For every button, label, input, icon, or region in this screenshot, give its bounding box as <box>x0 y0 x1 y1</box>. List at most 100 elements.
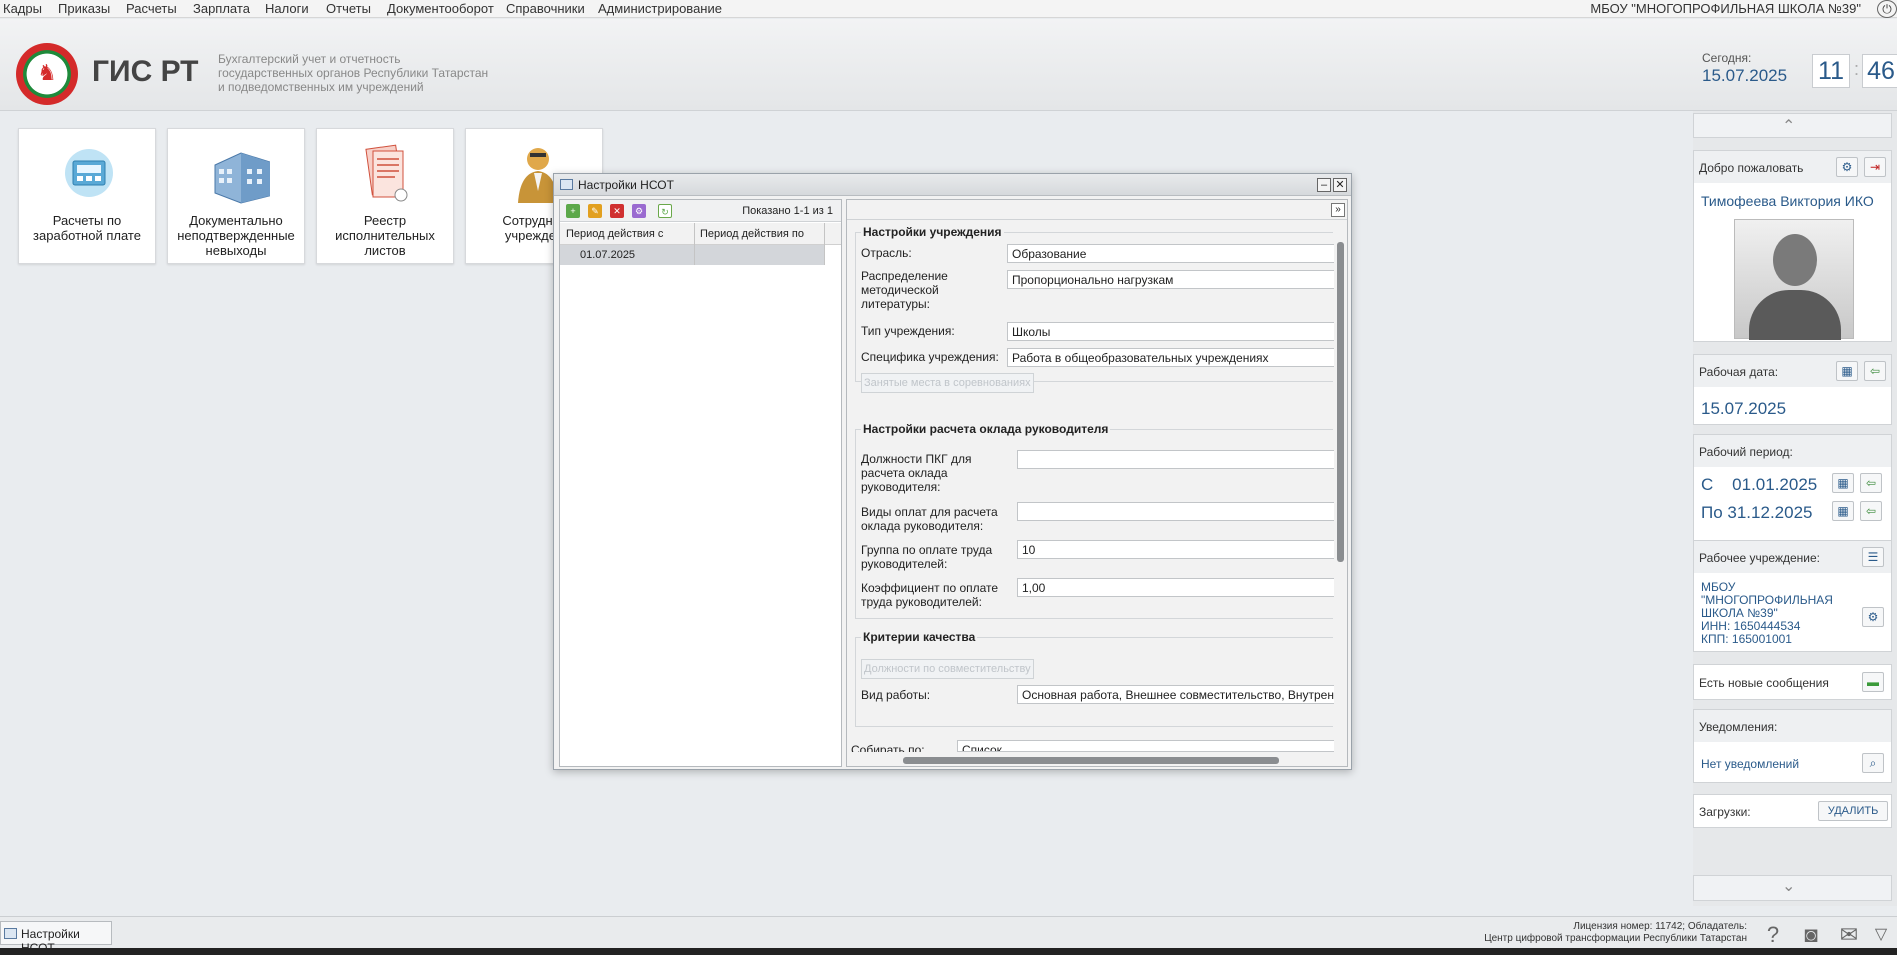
logout-icon[interactable]: ⇥ <box>1864 157 1886 177</box>
competitions-button[interactable]: Занятые места в соревнованиях <box>861 373 1034 393</box>
settings-gear-icon[interactable]: ⚙ <box>1862 607 1884 627</box>
pay-group-field[interactable]: 10 <box>1017 540 1337 559</box>
app-subtitle-line1: Бухгалтерский учет и отчетность <box>218 52 401 66</box>
card-header: Рабочее учреждение: ☰ <box>1694 541 1891 573</box>
power-icon[interactable]: ⏻ <box>1877 0 1897 18</box>
periods-grid-panel: + ✎ ✕ ⚙ ↻ Показано 1-1 из 1 Период дейст… <box>559 199 842 767</box>
welcome-title: Добро пожаловать <box>1699 161 1804 175</box>
tatarstan-logo: ♞ <box>16 43 78 105</box>
calendar-apply-icon[interactable]: ⇦ <box>1860 473 1882 493</box>
tile-salary-calculations[interactable]: Расчеты по заработной плате <box>18 128 156 264</box>
work-date-title: Рабочая дата: <box>1699 365 1779 379</box>
menu-item-spravochniki[interactable]: Справочники <box>506 1 585 16</box>
pay-types-field[interactable] <box>1017 502 1337 521</box>
grid-toolbar: + ✎ ✕ ⚙ ↻ Показано 1-1 из 1 <box>560 200 841 222</box>
user-name: Тимофеева Виктория ИКО <box>1701 193 1874 209</box>
add-icon[interactable]: + <box>566 204 580 218</box>
column-header-period-to[interactable]: Период действия по <box>700 228 804 240</box>
expand-icon[interactable]: » <box>1331 203 1345 217</box>
institution-specifics-field[interactable]: Работа в общеобразовательных учреждениях <box>1007 348 1337 367</box>
delete-downloads-button[interactable]: УДАЛИТЬ <box>1818 801 1888 821</box>
window-icon <box>4 928 17 939</box>
messages-card: Есть новые сообщения ▬ <box>1693 664 1892 700</box>
label-line: Распределение <box>861 269 948 283</box>
avatar <box>1734 219 1854 340</box>
main-menu-bar: Кадры Приказы Расчеты Зарплата Налоги От… <box>0 0 1897 18</box>
clock-separator: : <box>1854 59 1860 79</box>
calendar-icon[interactable]: ▦ <box>1836 361 1858 381</box>
label-line: методической <box>861 283 939 297</box>
menu-item-nalogi[interactable]: Налоги <box>265 1 309 16</box>
taskbar-item-nsot-settings[interactable]: Настройки НСОТ <box>0 921 112 955</box>
period-from: С 01.01.2025 <box>1701 475 1818 494</box>
institution-type-field[interactable]: Школы <box>1007 322 1337 341</box>
vertical-scrollbar[interactable] <box>1334 222 1346 752</box>
chevron-down-icon: ⌄ <box>1782 878 1796 895</box>
menu-item-zarplata[interactable]: Зарплата <box>193 1 250 16</box>
bottom-edge <box>0 948 1897 955</box>
institution-title: Рабочее учреждение: <box>1699 551 1821 565</box>
label-line: Коэффициент по оплате <box>861 581 999 595</box>
message-bubble-icon[interactable]: ▬ <box>1862 672 1884 692</box>
pay-group-label: Группа по оплате труда руководителей: <box>861 543 992 571</box>
settings-gear-icon[interactable]: ⚙ <box>1836 157 1858 177</box>
industry-field[interactable]: Образование <box>1007 244 1337 263</box>
menu-item-otchety[interactable]: Отчеты <box>326 1 371 16</box>
dialog-titlebar[interactable]: Настройки НСОТ – ✕ <box>554 174 1351 196</box>
menu-item-raschety[interactable]: Расчеты <box>126 1 177 16</box>
institution-card: Рабочее учреждение: ☰ МБОУ "МНОГОПРОФИЛЬ… <box>1693 540 1892 652</box>
part-time-positions-button[interactable]: Должности по совместительству <box>861 659 1034 679</box>
menu-item-prikazy[interactable]: Приказы <box>58 1 110 16</box>
tile-writs-registry[interactable]: Реестр исполнительных листов <box>316 128 454 264</box>
work-period-title: Рабочий период: <box>1699 445 1793 459</box>
column-header-period-from[interactable]: Период действия с <box>566 228 663 240</box>
institution-details: МБОУ "МНОГОПРОФИЛЬНАЯ ШКОЛА №39" ИНН: 16… <box>1701 581 1833 646</box>
label-line: литературы: <box>861 297 930 311</box>
sidebar-scroll-down[interactable]: ⌄ <box>1693 875 1892 901</box>
tile-label-line2: заработной плате <box>33 228 141 243</box>
sidebar-scroll-up[interactable]: ⌃ <box>1693 113 1892 138</box>
actions-menu-icon[interactable]: ⚙ <box>632 204 646 218</box>
pkg-positions-field[interactable] <box>1017 450 1337 469</box>
minimize-button[interactable]: – <box>1317 178 1331 192</box>
refresh-icon[interactable]: ↻ <box>658 204 672 218</box>
work-date-card: Рабочая дата: ▦ ⇦ 15.07.2025 <box>1693 354 1892 425</box>
menu-item-dokumentooborot[interactable]: Документооборот <box>387 1 494 16</box>
work-type-label: Вид работы: <box>861 688 931 702</box>
calendar-icon[interactable]: ▦ <box>1832 501 1854 521</box>
menu-item-kadry[interactable]: Кадры <box>3 1 42 16</box>
delete-icon[interactable]: ✕ <box>610 204 624 218</box>
edit-icon[interactable]: ✎ <box>588 204 602 218</box>
tile-unconfirmed-absences[interactable]: Документально неподтвержденные невыходы <box>167 128 305 264</box>
dropdown-triangle-icon[interactable]: ▽ <box>1868 922 1894 948</box>
calendar-apply-icon[interactable]: ⇦ <box>1864 361 1886 381</box>
camera-icon[interactable]: ◙ <box>1798 922 1824 948</box>
close-button[interactable]: ✕ <box>1333 178 1347 192</box>
distribution-field[interactable]: Пропорционально нагрузкам <box>1007 270 1337 289</box>
mail-icon[interactable]: ✉ <box>1836 922 1862 948</box>
help-icon[interactable]: ? <box>1760 922 1786 948</box>
scrollbar-thumb[interactable] <box>903 757 1279 764</box>
quality-criteria-fieldset <box>855 637 1333 727</box>
menu-item-administrirovanie[interactable]: Администрирование <box>598 1 722 16</box>
pay-coefficient-field[interactable]: 1,00 <box>1017 578 1337 597</box>
collect-by-field[interactable]: Список <box>957 740 1337 752</box>
calendar-icon[interactable]: ▦ <box>1832 473 1854 493</box>
horizontal-scrollbar[interactable] <box>847 753 1334 766</box>
right-sidebar: ⌃ Добро пожаловать ⚙ ⇥ Тимофеева Виктори… <box>1693 111 1897 906</box>
documents-stack-icon <box>365 144 408 202</box>
scrollbar-thumb[interactable] <box>1337 242 1344 562</box>
office-building-icon <box>214 152 270 204</box>
fieldset-title: Настройки учреждения <box>861 225 1004 239</box>
card-header: Добро пожаловать ⚙ ⇥ <box>1694 151 1891 183</box>
dialog-title: Настройки НСОТ <box>578 178 674 192</box>
list-icon[interactable]: ☰ <box>1862 547 1884 567</box>
calendar-apply-icon[interactable]: ⇦ <box>1860 501 1882 521</box>
search-icon[interactable]: ⌕ <box>1862 753 1884 773</box>
distribution-label: Распределение методической литературы: <box>861 269 948 311</box>
clock-minutes: 46 <box>1862 54 1897 88</box>
organization-name: МБОУ "МНОГОПРОФИЛЬНАЯ ШКОЛА №39" <box>1590 1 1861 16</box>
label-line: Виды оплат для расчета <box>861 505 998 519</box>
work-type-field[interactable]: Основная работа, Внешнее совместительств… <box>1017 685 1337 704</box>
table-row[interactable]: 01.07.2025 <box>560 245 824 265</box>
